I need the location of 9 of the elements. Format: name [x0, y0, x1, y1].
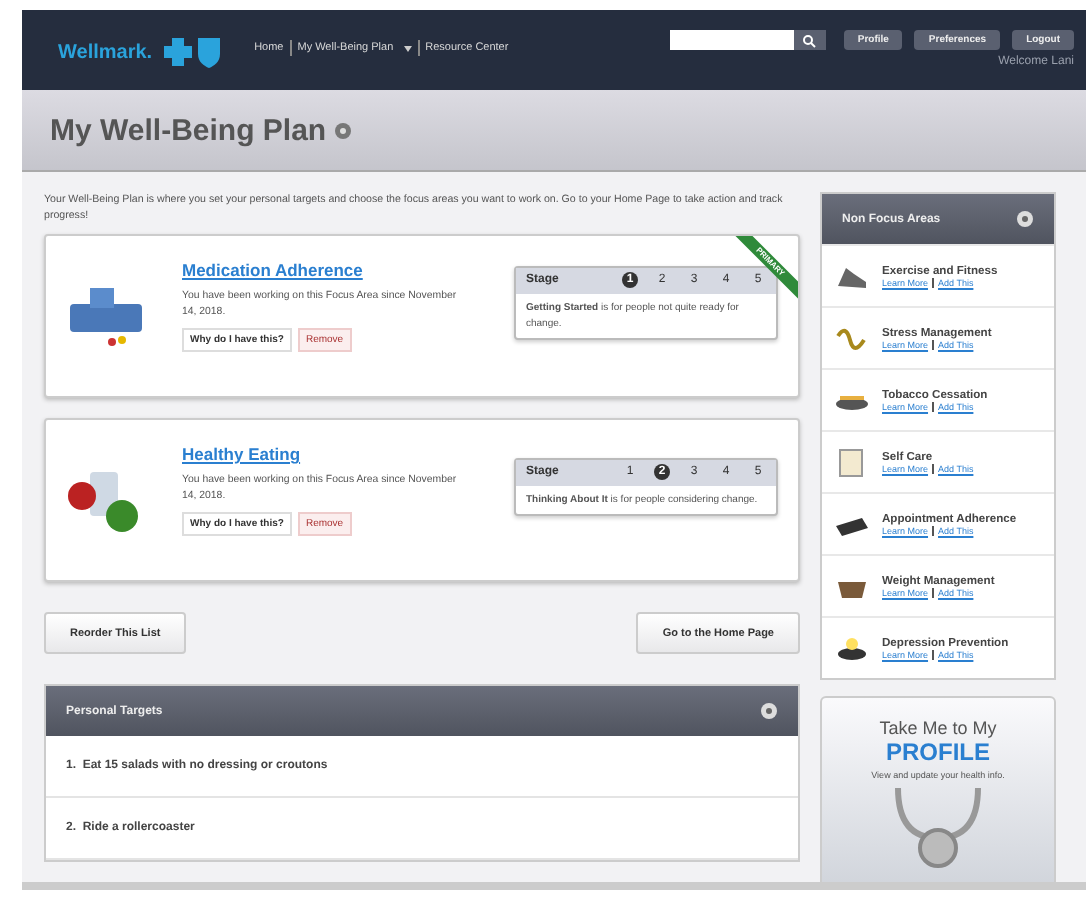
logo-text[interactable]: Wellmark.	[58, 41, 153, 63]
focus-area-link[interactable]: Medication Adherence	[182, 260, 462, 280]
promo-heading: Take Me to My	[879, 718, 997, 738]
search-icon	[802, 33, 817, 47]
search-button[interactable]	[793, 30, 826, 50]
focus-area-link[interactable]: Healthy Eating	[182, 444, 462, 464]
caret-icon	[403, 46, 412, 52]
promo-title: PROFILE	[885, 738, 990, 766]
page-title: My Well-Being Plan	[50, 113, 327, 147]
